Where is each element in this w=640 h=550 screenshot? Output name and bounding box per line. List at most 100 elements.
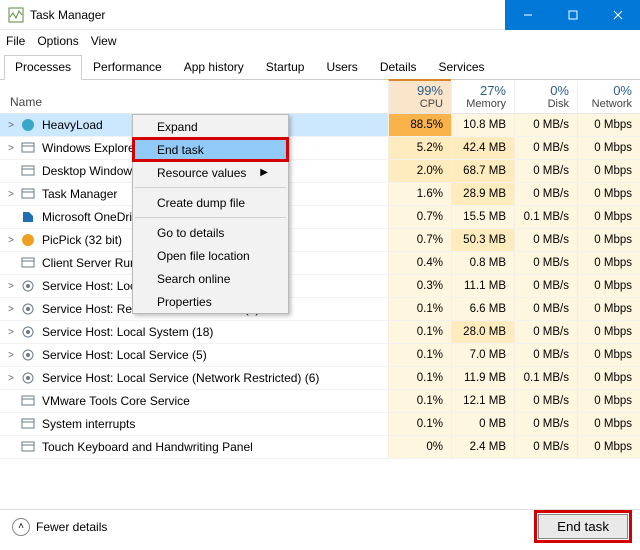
tabs: Processes Performance App history Startu… xyxy=(0,54,640,80)
table-row[interactable]: >HeavyLoad88.5%10.8 MB0 MB/s0 Mbps xyxy=(0,114,640,137)
expand-toggle[interactable]: > xyxy=(6,373,16,384)
network-value: 0 Mbps xyxy=(577,183,640,205)
maximize-button[interactable] xyxy=(550,0,595,30)
menu-file[interactable]: File xyxy=(6,34,25,48)
process-icon xyxy=(20,416,36,432)
table-row[interactable]: >Service Host: Local Service (5)0.1%7.0 … xyxy=(0,344,640,367)
ctx-open-file-location[interactable]: Open file location xyxy=(133,244,288,267)
ctx-properties[interactable]: Properties xyxy=(133,290,288,313)
process-list[interactable]: Expand End task Resource values ▶ Create… xyxy=(0,114,640,509)
tab-details[interactable]: Details xyxy=(369,55,428,80)
disk-value: 0 MB/s xyxy=(514,436,577,458)
ctx-end-task[interactable]: End task xyxy=(133,138,288,161)
ctx-resource-values[interactable]: Resource values ▶ xyxy=(133,161,288,184)
footer: ˄ Fewer details End task xyxy=(0,509,640,543)
process-name: Service Host: Local Service (Network Res… xyxy=(42,371,319,385)
titlebar: Task Manager xyxy=(0,0,640,30)
ctx-sep-2 xyxy=(135,217,286,218)
memory-value: 2.4 MB xyxy=(451,436,514,458)
process-icon xyxy=(20,140,36,156)
minimize-button[interactable] xyxy=(505,0,550,30)
cpu-value: 0.1% xyxy=(388,367,451,389)
process-name: Service Host: Local System (18) xyxy=(42,325,213,339)
expand-toggle[interactable]: > xyxy=(6,350,16,361)
process-icon xyxy=(20,324,36,340)
col-disk[interactable]: 0% Disk xyxy=(514,81,577,113)
expand-toggle[interactable]: > xyxy=(6,327,16,338)
table-row[interactable]: Client Server Runtime Process0.4%0.8 MB0… xyxy=(0,252,640,275)
process-name: PicPick (32 bit) xyxy=(42,233,122,247)
expand-toggle[interactable]: > xyxy=(6,304,16,315)
network-value: 0 Mbps xyxy=(577,413,640,435)
table-row[interactable]: >Service Host: Local System (18)0.1%28.0… xyxy=(0,321,640,344)
process-icon xyxy=(20,163,36,179)
memory-value: 50.3 MB xyxy=(451,229,514,251)
disk-value: 0.1 MB/s xyxy=(514,367,577,389)
disk-value: 0 MB/s xyxy=(514,321,577,343)
menu-options[interactable]: Options xyxy=(37,34,78,48)
menu-view[interactable]: View xyxy=(91,34,117,48)
table-row[interactable]: >Task Manager1.6%28.9 MB0 MB/s0 Mbps xyxy=(0,183,640,206)
cpu-value: 0.1% xyxy=(388,321,451,343)
table-row[interactable]: >Windows Explorer5.2%42.4 MB0 MB/s0 Mbps xyxy=(0,137,640,160)
col-cpu[interactable]: 99% CPU xyxy=(388,79,451,113)
table-row[interactable]: >Service Host: Local Service (No Network… xyxy=(0,275,640,298)
process-icon xyxy=(20,209,36,225)
col-name[interactable]: Name xyxy=(0,95,388,113)
tab-performance[interactable]: Performance xyxy=(82,55,173,80)
table-row[interactable]: Microsoft OneDrive0.7%15.5 MB0.1 MB/s0 M… xyxy=(0,206,640,229)
memory-value: 0.8 MB xyxy=(451,252,514,274)
chevron-up-icon: ˄ xyxy=(12,518,30,536)
process-icon xyxy=(20,301,36,317)
context-menu: Expand End task Resource values ▶ Create… xyxy=(132,114,289,314)
network-value: 0 Mbps xyxy=(577,229,640,251)
expand-toggle[interactable]: > xyxy=(6,143,16,154)
cpu-value: 0.7% xyxy=(388,206,451,228)
process-name-cell: VMware Tools Core Service xyxy=(0,393,388,409)
expand-toggle[interactable]: > xyxy=(6,235,16,246)
process-name: System interrupts xyxy=(42,417,135,431)
ctx-expand[interactable]: Expand xyxy=(133,115,288,138)
end-task-button[interactable]: End task xyxy=(538,514,628,539)
table-row[interactable]: > Service Host: Local Service (Network Re… xyxy=(0,367,640,390)
fewer-details-button[interactable]: ˄ Fewer details xyxy=(12,518,107,536)
tab-app-history[interactable]: App history xyxy=(173,55,255,80)
table-row[interactable]: >PicPick (32 bit)0.7%50.3 MB0 MB/s0 Mbps xyxy=(0,229,640,252)
expand-toggle[interactable]: > xyxy=(6,120,16,131)
expand-toggle[interactable]: > xyxy=(6,281,16,292)
ctx-go-to-details[interactable]: Go to details xyxy=(133,221,288,244)
network-value: 0 Mbps xyxy=(577,367,640,389)
col-memory[interactable]: 27% Memory xyxy=(451,81,514,113)
col-network[interactable]: 0% Network xyxy=(577,81,640,113)
table-row[interactable]: System interrupts0.1%0 MB0 MB/s0 Mbps xyxy=(0,413,640,436)
disk-value: 0 MB/s xyxy=(514,413,577,435)
table-row[interactable]: Touch Keyboard and Handwriting Panel0%2.… xyxy=(0,436,640,459)
expand-toggle[interactable]: > xyxy=(6,189,16,200)
memory-value: 11.9 MB xyxy=(451,367,514,389)
process-name: HeavyLoad xyxy=(42,118,103,132)
tab-users[interactable]: Users xyxy=(315,55,368,80)
cpu-value: 0.1% xyxy=(388,298,451,320)
network-value: 0 Mbps xyxy=(577,137,640,159)
tab-services[interactable]: Services xyxy=(428,55,496,80)
table-row[interactable]: Desktop Window Manager2.0%68.7 MB0 MB/s0… xyxy=(0,160,640,183)
process-name: Touch Keyboard and Handwriting Panel xyxy=(42,440,253,454)
tab-startup[interactable]: Startup xyxy=(255,55,316,80)
ctx-create-dump[interactable]: Create dump file xyxy=(133,191,288,214)
disk-value: 0 MB/s xyxy=(514,160,577,182)
tab-processes[interactable]: Processes xyxy=(4,55,82,80)
network-value: 0 Mbps xyxy=(577,206,640,228)
network-value: 0 Mbps xyxy=(577,160,640,182)
table-row[interactable]: >Service Host: Remote Procedure Call (7)… xyxy=(0,298,640,321)
cpu-value: 0.1% xyxy=(388,344,451,366)
memory-value: 10.8 MB xyxy=(451,114,514,136)
process-name: Task Manager xyxy=(42,187,117,201)
network-value: 0 Mbps xyxy=(577,114,640,136)
ctx-search-online[interactable]: Search online xyxy=(133,267,288,290)
chevron-right-icon: ▶ xyxy=(260,167,268,178)
network-value: 0 Mbps xyxy=(577,252,640,274)
cpu-value: 1.6% xyxy=(388,183,451,205)
process-name-cell: > Service Host: Local Service (Network Re… xyxy=(0,370,388,386)
close-button[interactable] xyxy=(595,0,640,30)
table-row[interactable]: VMware Tools Core Service0.1%12.1 MB0 MB… xyxy=(0,390,640,413)
